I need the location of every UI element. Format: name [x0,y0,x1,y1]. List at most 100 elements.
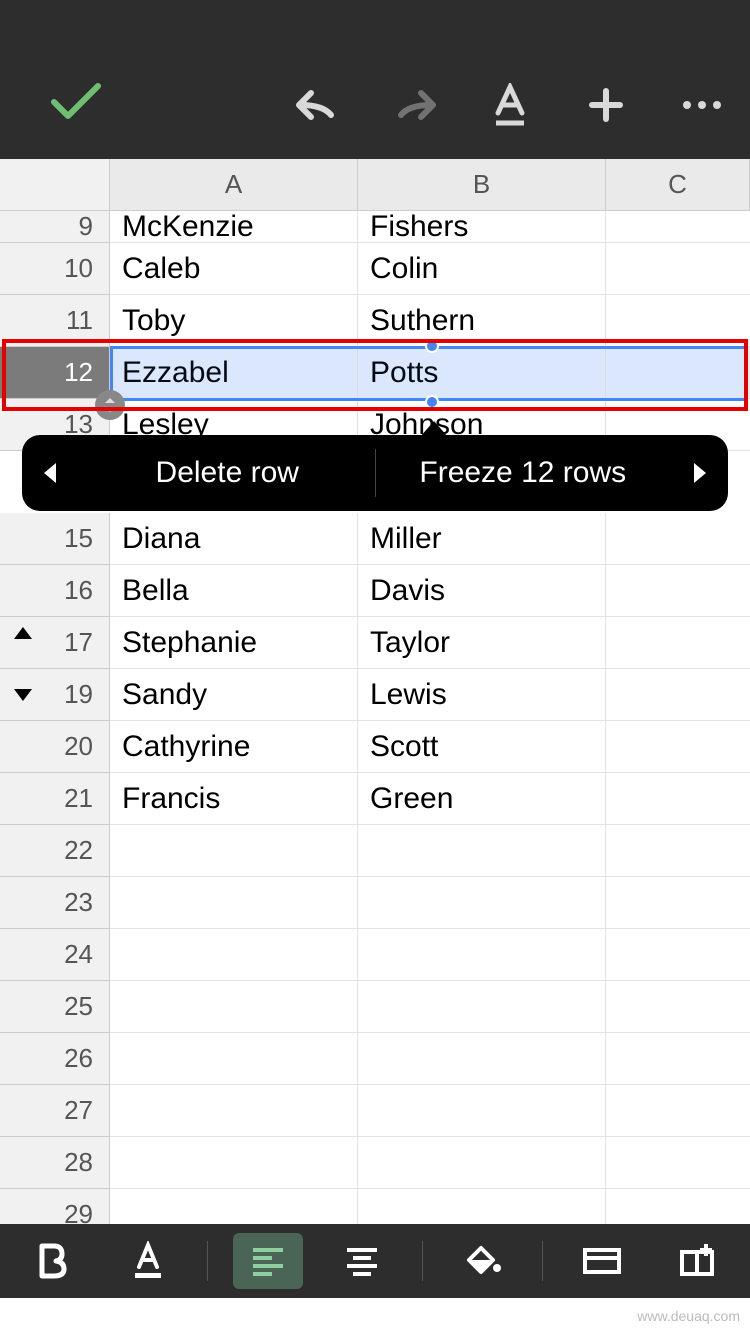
insert-button[interactable] [558,75,654,135]
cell[interactable] [358,981,606,1033]
context-menu-freeze-rows[interactable]: Freeze 12 rows [376,435,671,511]
cell[interactable]: Caleb [110,243,358,295]
row-header[interactable]: 20 [0,721,110,773]
cell[interactable]: Suthern [358,295,606,347]
cell[interactable] [110,981,358,1033]
cell[interactable] [606,565,750,617]
row-header[interactable]: 12 [0,347,110,399]
selection-handle-top[interactable] [425,339,439,353]
group-expand-icon[interactable] [14,689,32,701]
row-header[interactable]: 9 [0,211,110,243]
table-row[interactable]: 10CalebColin [0,243,750,295]
cell[interactable]: Colin [358,243,606,295]
cell[interactable] [606,669,750,721]
row-header[interactable]: 17 [0,617,110,669]
table-row[interactable]: 17StephanieTaylor [0,617,750,669]
cell[interactable]: Toby [110,295,358,347]
cell[interactable] [606,1033,750,1085]
text-format-button[interactable] [462,75,558,135]
cell[interactable] [110,1033,358,1085]
row-header[interactable]: 28 [0,1137,110,1189]
cell[interactable] [606,243,750,295]
cell[interactable] [606,1137,750,1189]
table-row[interactable]: 22 [0,825,750,877]
row-header[interactable]: 21 [0,773,110,825]
table-row[interactable]: 15DianaMiller [0,513,750,565]
cell[interactable] [358,1085,606,1137]
cell[interactable]: McKenzie [110,211,358,243]
table-row[interactable]: 16BellaDavis [0,565,750,617]
cell[interactable] [358,929,606,981]
row-header[interactable]: 16 [0,565,110,617]
table-row[interactable]: 9McKenzieFishers [0,211,750,243]
cell[interactable] [110,877,358,929]
row-header[interactable]: 24 [0,929,110,981]
group-collapse-icon[interactable] [14,627,32,639]
table-row[interactable]: 20CathyrineScott [0,721,750,773]
context-menu-prev[interactable] [22,435,80,511]
cell[interactable] [606,929,750,981]
cell[interactable]: Scott [358,721,606,773]
row-header[interactable]: 10 [0,243,110,295]
table-row[interactable]: 27 [0,1085,750,1137]
table-row[interactable]: 19SandyLewis [0,669,750,721]
merge-cells-button[interactable] [567,1233,637,1289]
table-row[interactable]: 23 [0,877,750,929]
column-header-b[interactable]: B [358,159,606,211]
redo-button[interactable] [366,75,462,135]
context-menu-delete-row[interactable]: Delete row [80,435,375,511]
cell[interactable] [606,513,750,565]
align-left-button[interactable] [233,1233,303,1289]
cell[interactable] [358,1137,606,1189]
row-header[interactable]: 26 [0,1033,110,1085]
row-header[interactable]: 11 [0,295,110,347]
table-row[interactable]: 26 [0,1033,750,1085]
row-header[interactable]: 23 [0,877,110,929]
row-resize-handle[interactable] [95,390,125,420]
cell[interactable]: Diana [110,513,358,565]
cell[interactable] [606,295,750,347]
cell[interactable] [606,773,750,825]
cell[interactable] [110,825,358,877]
table-row[interactable]: 11TobySuthern [0,295,750,347]
cell[interactable] [358,825,606,877]
cell[interactable]: Green [358,773,606,825]
fill-color-button[interactable] [447,1233,517,1289]
column-header-a[interactable]: A [110,159,358,211]
cell[interactable] [606,1085,750,1137]
cell[interactable]: Taylor [358,617,606,669]
cell[interactable] [358,877,606,929]
cell[interactable]: Cathyrine [110,721,358,773]
table-row[interactable]: 25 [0,981,750,1033]
column-header-c[interactable]: C [606,159,750,211]
cell[interactable]: Francis [110,773,358,825]
cell[interactable] [606,721,750,773]
row-header[interactable]: 25 [0,981,110,1033]
more-button[interactable] [654,75,750,135]
cell[interactable] [110,1085,358,1137]
cell[interactable]: Bella [110,565,358,617]
accept-button[interactable] [28,71,124,131]
corner-cell[interactable] [0,159,110,211]
text-color-button[interactable] [113,1233,183,1289]
cell[interactable] [606,211,750,243]
cell[interactable]: Sandy [110,669,358,721]
cell[interactable] [606,981,750,1033]
table-row[interactable]: 24 [0,929,750,981]
row-header[interactable]: 15 [0,513,110,565]
cell[interactable]: Lewis [358,669,606,721]
undo-button[interactable] [270,75,366,135]
cell[interactable] [110,929,358,981]
context-menu-next[interactable] [670,435,728,511]
selection-handle-bottom[interactable] [425,395,439,409]
table-row[interactable]: 21FrancisGreen [0,773,750,825]
row-header[interactable]: 27 [0,1085,110,1137]
row-header[interactable]: 22 [0,825,110,877]
cell[interactable]: Miller [358,513,606,565]
table-row[interactable]: 28 [0,1137,750,1189]
cell[interactable]: Davis [358,565,606,617]
cell[interactable] [606,617,750,669]
align-center-button[interactable] [327,1233,397,1289]
bold-button[interactable] [18,1233,88,1289]
cell[interactable]: Fishers [358,211,606,243]
